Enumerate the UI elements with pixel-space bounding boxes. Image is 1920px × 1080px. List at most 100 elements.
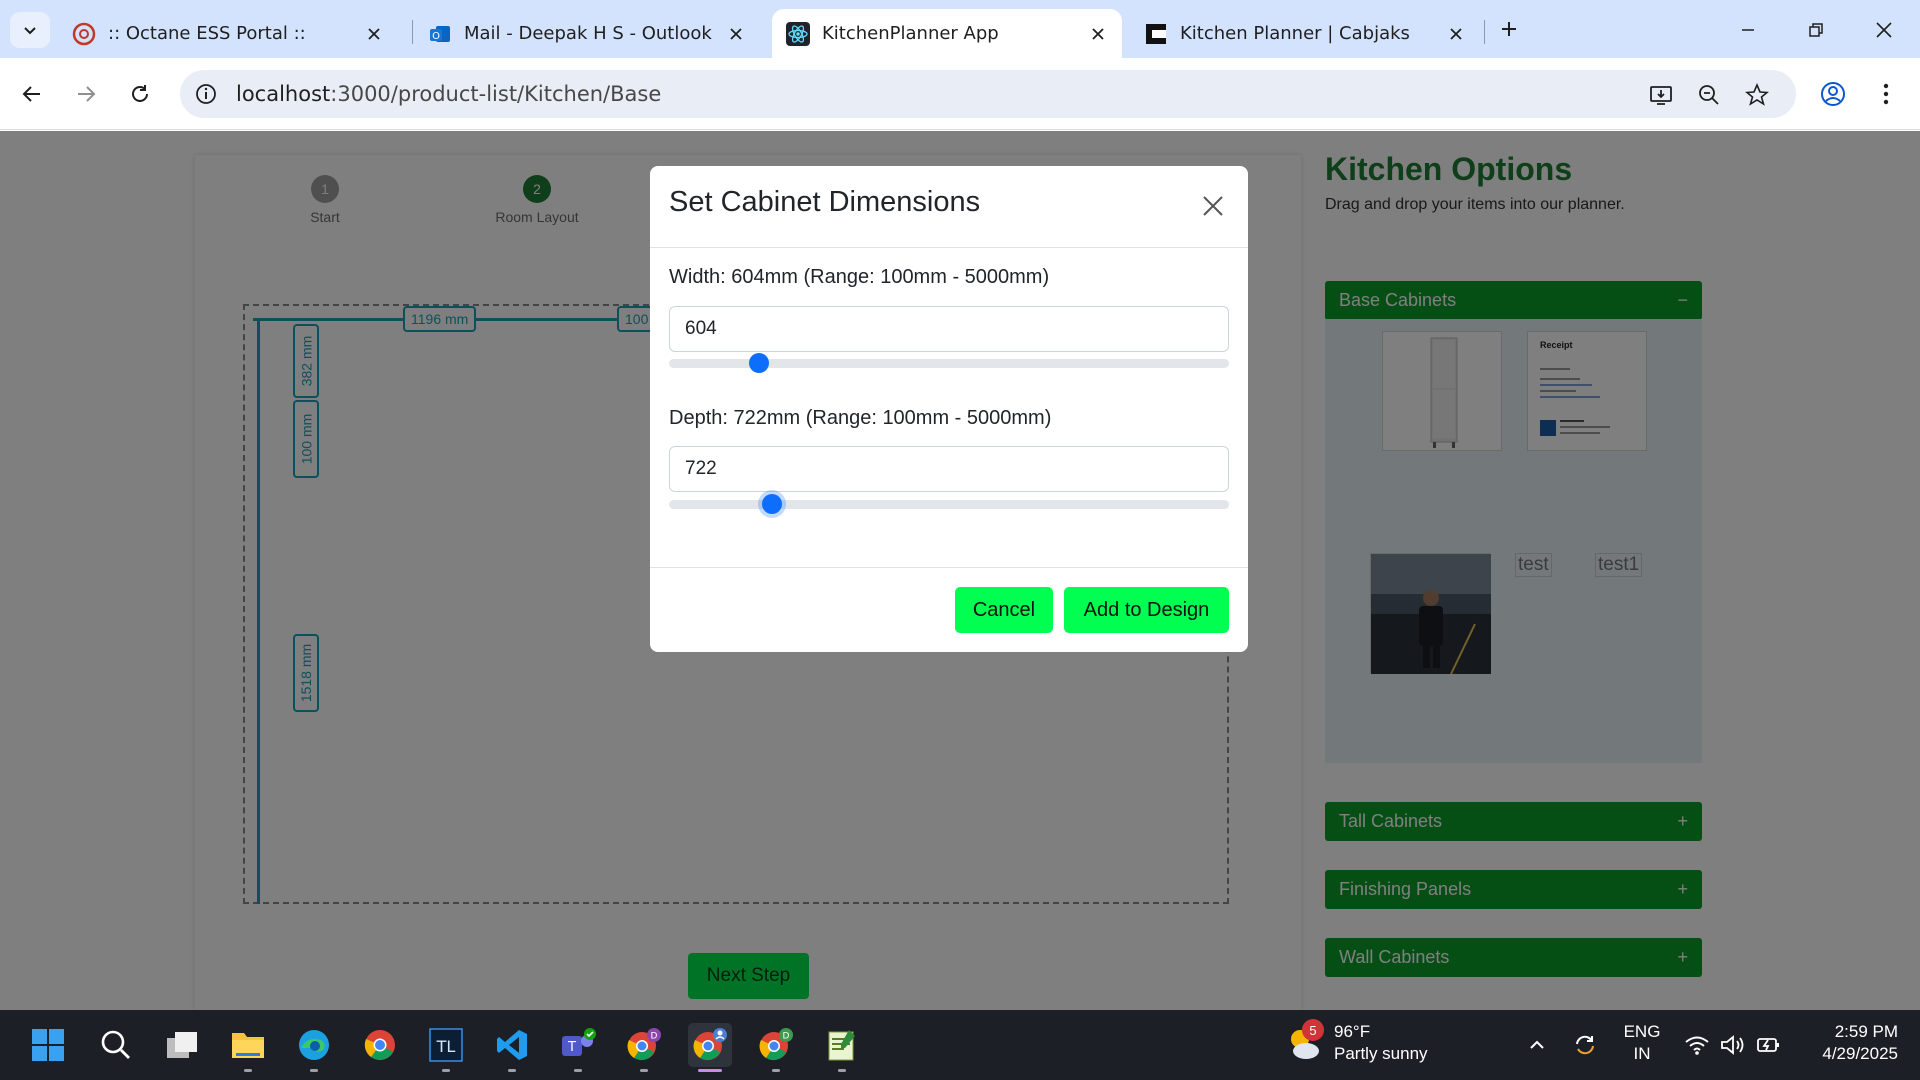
tab-separator: [412, 20, 413, 44]
svg-text:T: T: [567, 1040, 576, 1055]
back-button[interactable]: [14, 76, 50, 112]
chevron-up-icon: [1530, 1040, 1544, 1049]
tab-outlook[interactable]: O Mail - Deepak H S - Outlook: [414, 9, 760, 58]
weather-widget[interactable]: 5 96°F Partly sunny: [1286, 1019, 1428, 1064]
octane-logo-icon: [72, 22, 96, 46]
width-input[interactable]: [669, 306, 1229, 352]
taskbar-chrome[interactable]: [358, 1023, 402, 1067]
minimize-button[interactable]: [1728, 12, 1768, 48]
profile-button[interactable]: [1815, 76, 1851, 112]
cancel-button[interactable]: Cancel: [955, 587, 1053, 633]
search-icon: [101, 1030, 130, 1059]
tab-title: :: Octane ESS Portal ::: [108, 23, 306, 44]
set-cabinet-dimensions-modal: Set Cabinet Dimensions Width: 604mm (Ran…: [650, 166, 1248, 652]
task-view-button[interactable]: [160, 1023, 204, 1067]
address-bar[interactable]: localhost:3000/product-list/Kitchen/Base: [180, 70, 1796, 118]
modal-close-button[interactable]: [1198, 191, 1228, 221]
outlook-icon: O: [428, 22, 452, 46]
taskbar-edge[interactable]: [292, 1023, 336, 1072]
modal-header: Set Cabinet Dimensions: [650, 166, 1248, 248]
react-logo-icon: [786, 21, 810, 46]
tab-title: KitchenPlanner App: [822, 23, 999, 44]
browser-tab-strip: :: Octane ESS Portal :: O Mail - Deepak …: [0, 0, 1920, 58]
windows-logo-icon: [32, 1029, 64, 1061]
language-indicator[interactable]: ENG IN: [1618, 1022, 1666, 1064]
cabjaks-logo-icon: [1144, 22, 1168, 46]
tab-cabjaks[interactable]: Kitchen Planner | Cabjaks: [1130, 9, 1480, 58]
width-slider-thumb[interactable]: [748, 353, 769, 373]
region-code: IN: [1633, 1044, 1651, 1063]
tab-search-button[interactable]: [10, 12, 50, 48]
forward-button[interactable]: [68, 76, 104, 112]
weather-badge: 5: [1302, 1019, 1324, 1041]
close-tab-icon[interactable]: [360, 20, 388, 48]
start-button[interactable]: [26, 1023, 70, 1067]
taskbar-chrome-active[interactable]: [688, 1023, 732, 1072]
tab-kitchenplanner[interactable]: KitchenPlanner App: [772, 9, 1122, 58]
close-tab-icon[interactable]: [722, 20, 750, 48]
new-tab-button[interactable]: [1494, 14, 1524, 44]
volume-tray-icon[interactable]: [1720, 1032, 1746, 1058]
tab-octane[interactable]: :: Octane ESS Portal ::: [58, 9, 398, 58]
bookmark-star-icon[interactable]: [1744, 82, 1770, 108]
wifi-icon: [1685, 1036, 1709, 1055]
site-info-icon[interactable]: [194, 82, 218, 106]
svg-text:TL: TL: [436, 1037, 456, 1056]
show-hidden-icons-button[interactable]: [1524, 1032, 1550, 1058]
taskbar-tl-app[interactable]: TL: [424, 1023, 468, 1072]
close-icon: [1203, 196, 1223, 216]
zoom-icon[interactable]: [1696, 82, 1722, 108]
sync-icon: [1576, 1035, 1594, 1055]
taskbar-notepad-app[interactable]: [820, 1023, 864, 1072]
url-path: :3000/product-list/Kitchen/Base: [330, 82, 662, 106]
arrow-right-icon: [78, 86, 96, 102]
width-label: Width: 604mm (Range: 100mm - 5000mm): [669, 266, 1050, 288]
chevron-down-icon: [24, 27, 36, 35]
taskbar-teams[interactable]: T: [556, 1023, 600, 1072]
taskbar-file-explorer[interactable]: [226, 1023, 270, 1072]
close-tab-icon[interactable]: [1442, 20, 1470, 48]
partly-sunny-icon: 5: [1286, 1019, 1324, 1061]
chrome-icon: [693, 1028, 727, 1061]
tab-title: Mail - Deepak H S - Outlook: [464, 23, 712, 44]
taskbar-chrome-profile-d[interactable]: D: [622, 1023, 666, 1072]
kebab-menu-icon: [1883, 83, 1889, 105]
browser-menu-button[interactable]: [1868, 76, 1904, 112]
taskbar-vscode[interactable]: [490, 1023, 534, 1072]
reload-button[interactable]: [122, 76, 158, 112]
sync-tray-icon[interactable]: [1572, 1032, 1598, 1058]
svg-text:O: O: [432, 31, 440, 42]
chrome-icon: [364, 1030, 395, 1060]
depth-input[interactable]: [669, 446, 1229, 492]
svg-text:D: D: [783, 1032, 790, 1042]
teams-icon: T: [562, 1028, 596, 1056]
language-code: ENG: [1623, 1022, 1661, 1041]
browser-toolbar: localhost:3000/product-list/Kitchen/Base: [0, 58, 1920, 130]
depth-slider-thumb[interactable]: [761, 494, 782, 514]
depth-slider[interactable]: [669, 494, 1229, 514]
chrome-icon: D: [627, 1028, 661, 1061]
tab-separator: [1484, 20, 1485, 44]
taskbar-chrome-profile-d2[interactable]: D: [754, 1023, 798, 1072]
install-app-icon[interactable]: [1648, 82, 1674, 108]
tl-app-icon: TL: [429, 1028, 463, 1062]
tab-title: Kitchen Planner | Cabjaks: [1180, 23, 1410, 44]
arrow-left-icon: [22, 86, 40, 102]
depth-label: Depth: 722mm (Range: 100mm - 5000mm): [669, 407, 1052, 429]
wifi-tray-icon[interactable]: [1684, 1032, 1710, 1058]
close-window-button[interactable]: [1864, 12, 1904, 48]
url-host: localhost: [236, 82, 331, 106]
clock[interactable]: 2:59 PM 4/29/2025: [1802, 1022, 1898, 1064]
close-tab-icon[interactable]: [1084, 20, 1112, 48]
taskbar-search[interactable]: [94, 1023, 138, 1067]
folder-icon: [232, 1033, 264, 1058]
restore-button[interactable]: [1796, 12, 1836, 48]
notepad-icon: [828, 1030, 855, 1061]
vscode-icon: [497, 1030, 527, 1060]
width-slider[interactable]: [669, 353, 1229, 373]
battery-tray-icon[interactable]: [1756, 1032, 1782, 1058]
modal-footer: Cancel Add to Design: [650, 567, 1248, 652]
temperature: 96°F: [1334, 1022, 1371, 1041]
url-text[interactable]: localhost:3000/product-list/Kitchen/Base: [236, 82, 661, 106]
add-to-design-button[interactable]: Add to Design: [1064, 587, 1229, 633]
